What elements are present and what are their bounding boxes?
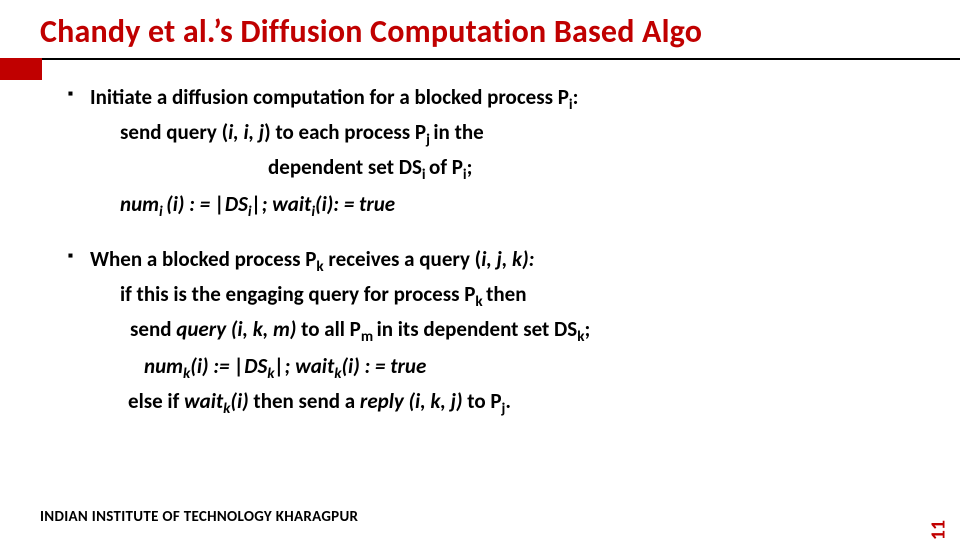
page-number: 11	[926, 520, 950, 540]
text: |; wait	[252, 191, 312, 217]
bullet-1-line-1: send query (i, i, j) to each process Pj …	[120, 118, 912, 147]
text: (i) := |DS	[190, 353, 267, 379]
text: send query (	[120, 119, 228, 145]
text: ;	[584, 316, 590, 342]
bullet-1: Initiate a diffusion computation for a b…	[68, 83, 912, 112]
text: num	[144, 353, 183, 379]
text: Initiate a diffusion computation for a b…	[90, 84, 569, 110]
text: to P	[467, 388, 501, 414]
text: ) to each process P	[264, 119, 426, 145]
text: num	[120, 191, 159, 217]
text: receives a query (	[324, 246, 482, 272]
text: then send a	[253, 388, 360, 414]
text: else if	[128, 388, 184, 414]
bullet-2-line-2: send query (i, k, m) to all Pm in its de…	[130, 315, 912, 344]
bullet-1-line-2: dependent set DSi of Pi;	[268, 153, 912, 182]
text-ital: i, i, j	[228, 119, 264, 145]
text: ;	[467, 154, 473, 180]
text: then	[486, 281, 526, 307]
bullet-2-line-3: numk(i) := |DSk|; waitk(i) : = true	[144, 352, 912, 381]
text: send	[130, 316, 176, 342]
text: to all P	[301, 316, 361, 342]
text: (i) : = true	[342, 353, 427, 379]
text: |; wait	[275, 353, 335, 379]
sub: i	[422, 166, 429, 184]
bullet-1-line-3: numi (i) : = |DSi|; waiti(i): = true	[120, 190, 912, 219]
title-underline	[0, 58, 960, 60]
text: in the	[433, 119, 483, 145]
slide-title: Chandy et al.’s Diffusion Computation Ba…	[40, 12, 960, 51]
text-ital: query (i, k, m)	[176, 316, 301, 342]
title-bar: Chandy et al.’s Diffusion Computation Ba…	[0, 0, 960, 59]
bullet-2-line-1: if this is the engaging query for proces…	[120, 280, 912, 309]
sub: k	[267, 365, 274, 383]
sub: m	[361, 328, 377, 346]
footer-institution: INDIAN INSTITUTE OF TECHNOLOGY KHARAGPUR	[40, 508, 358, 526]
text-ital: wait	[184, 388, 223, 414]
text: .	[505, 388, 511, 414]
accent-bar	[0, 58, 42, 80]
sub: k	[475, 293, 486, 311]
bullet-2: When a blocked process Pk receives a que…	[68, 245, 912, 274]
sub: k	[316, 258, 323, 276]
bullet-2-line-4: else if waitk(i) then send a reply (i, k…	[128, 387, 912, 416]
text: if this is the engaging query for proces…	[120, 281, 475, 307]
text-ital: (i)	[230, 388, 253, 414]
text: :	[573, 84, 579, 110]
text-ital: i, j, k):	[481, 246, 534, 272]
text: dependent set DS	[268, 154, 422, 180]
text: in its dependent set DS	[377, 316, 578, 342]
text-ital: reply (i, k, j)	[360, 388, 467, 414]
text: (i) : = |DS	[166, 191, 248, 217]
sub: k	[334, 365, 341, 383]
slide-content: Initiate a diffusion computation for a b…	[0, 59, 960, 416]
text: (i): = true	[315, 191, 395, 217]
text: When a blocked process P	[90, 246, 316, 272]
text: of P	[429, 154, 463, 180]
